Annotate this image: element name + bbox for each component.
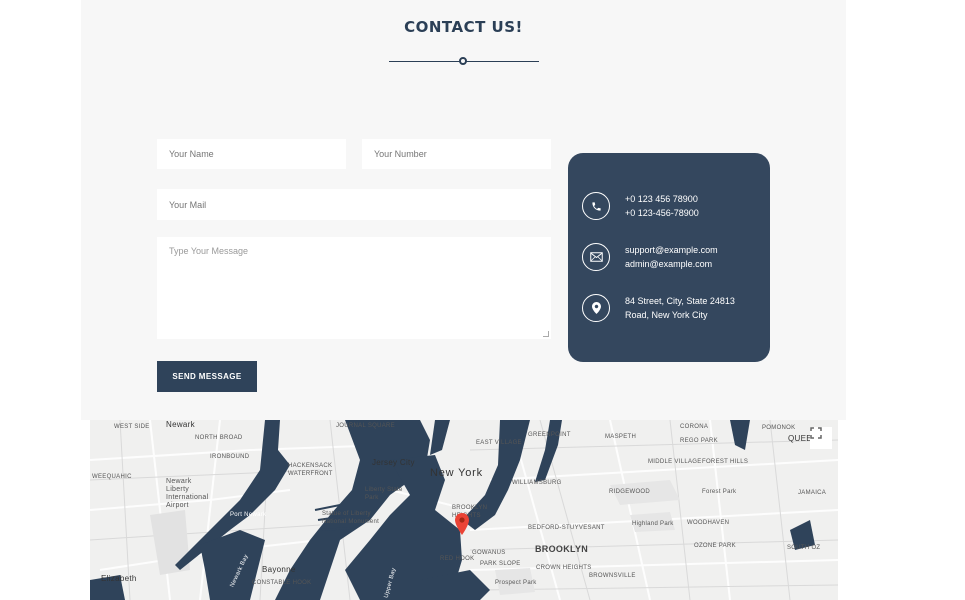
map-label-park-slope: PARK SLOPE xyxy=(480,561,521,567)
name-input[interactable] xyxy=(157,139,346,169)
map-label-port-newark: Port Newark xyxy=(230,512,267,518)
resize-handle-icon[interactable] xyxy=(543,331,549,337)
map-label-brownsville: BROWNSVILLE xyxy=(589,573,636,579)
map-label-statue-of-liberty: Statue of Liberty National Monument xyxy=(322,511,380,525)
map-label-williamsburg: WILLIAMSBURG xyxy=(512,480,562,486)
map-label-queens: QUEE xyxy=(788,434,812,443)
map-label-ozone-park: OZONE PARK xyxy=(694,543,736,549)
section-title: CONTACT US! xyxy=(404,18,523,36)
map-label-south-ozone: SOUTH OZ xyxy=(787,545,821,551)
map-label-newark-airport: Newark Liberty International Airport xyxy=(166,478,209,509)
map-label-middle-village: MIDDLE VILLAGE xyxy=(648,459,702,465)
map-label-jersey-city: Jersey City xyxy=(372,458,415,467)
map-label-forest-park: Forest Park xyxy=(702,489,737,495)
map-label-west-side: WEST SIDE xyxy=(114,424,150,430)
map-label-ridgewood: RIDGEWOOD xyxy=(609,489,651,495)
map-label-elizabeth: Elizabeth xyxy=(101,574,137,583)
send-message-button[interactable]: SEND MESSAGE xyxy=(157,361,257,392)
map-label-liberty-state-park: Liberty State Park xyxy=(365,487,403,501)
mail-input[interactable] xyxy=(157,189,551,220)
map-label-new-york: New York xyxy=(430,467,483,479)
map-label-ironbound: IRONBOUND xyxy=(210,454,250,460)
map-label-highland-park: Highland Park xyxy=(632,521,674,527)
map-label-weequahic: WEEQUAHIC xyxy=(92,474,132,480)
title-divider xyxy=(389,55,539,67)
message-textarea[interactable]: Type Your Message xyxy=(157,237,551,339)
email-line-1[interactable]: support@example.com xyxy=(625,243,718,257)
map-label-forest-hills: FOREST HILLS xyxy=(702,459,749,465)
map-label-pomonok: POMONOK xyxy=(762,425,796,431)
map-label-gowanus: GOWANUS xyxy=(472,550,506,556)
page: CONTACT US! Type Your Message SEND MESSA… xyxy=(0,0,965,600)
map-label-prospect-park: Prospect Park xyxy=(495,580,537,586)
number-input[interactable] xyxy=(362,139,551,169)
contact-section: CONTACT US! Type Your Message SEND MESSA… xyxy=(81,0,846,420)
email-row: support@example.com admin@example.com xyxy=(582,243,718,271)
location-pin-icon xyxy=(582,294,610,322)
phone-line-1[interactable]: +0 123 456 78900 xyxy=(625,192,699,206)
map-label-north-broad: NORTH BROAD xyxy=(195,435,243,441)
map-label-rego-park: REGO PARK xyxy=(680,438,718,444)
map-label-constable-hook: CONSTABLE HOOK xyxy=(252,580,312,586)
fullscreen-button[interactable] xyxy=(810,427,832,449)
map-label-bayonne: Bayonne xyxy=(262,565,296,574)
address-line-2: Road, New York City xyxy=(625,310,708,320)
map-label-hackensack-waterfront: HACKENSACK WATERFRONT xyxy=(288,463,333,477)
map-label-bedford-stuyvesant: BEDFORD-STUYVESANT xyxy=(528,525,605,531)
address-row: 84 Street, City, State 24813 Road, New Y… xyxy=(582,294,735,322)
divider-dot-icon xyxy=(459,57,467,65)
map-label-brooklyn: BROOKLYN xyxy=(535,544,589,554)
map-embed[interactable]: Newark WEST SIDE NORTH BROAD IRONBOUND W… xyxy=(90,420,838,600)
map-label-crown-heights: CROWN HEIGHTS xyxy=(536,565,592,571)
phone-line-2[interactable]: +0 123-456-78900 xyxy=(625,206,699,220)
fullscreen-icon xyxy=(810,427,822,439)
message-placeholder: Type Your Message xyxy=(169,246,249,256)
envelope-icon xyxy=(582,243,610,271)
map-label-red-hook: RED HOOK xyxy=(440,556,475,562)
map-label-greenpoint: GREENPOINT xyxy=(528,432,571,438)
map-label-woodhaven: WOODHAVEN xyxy=(687,520,730,526)
map-label-newark: Newark xyxy=(166,420,195,429)
address-line-1: 84 Street, City, State 24813 xyxy=(625,296,735,306)
map-label-jamaica: JAMAICA xyxy=(798,490,827,496)
email-line-2[interactable]: admin@example.com xyxy=(625,257,718,271)
map-label-journal-square: JOURNAL SQUARE xyxy=(336,423,395,429)
contact-info-card: +0 123 456 78900 +0 123-456-78900 suppor… xyxy=(568,153,770,362)
phone-icon xyxy=(582,192,610,220)
phone-row: +0 123 456 78900 +0 123-456-78900 xyxy=(582,192,699,220)
map-label-east-village: EAST VILLAGE xyxy=(476,440,522,446)
map-label-maspeth: MASPETH xyxy=(605,434,637,440)
map-label-corona: CORONA xyxy=(680,424,709,430)
